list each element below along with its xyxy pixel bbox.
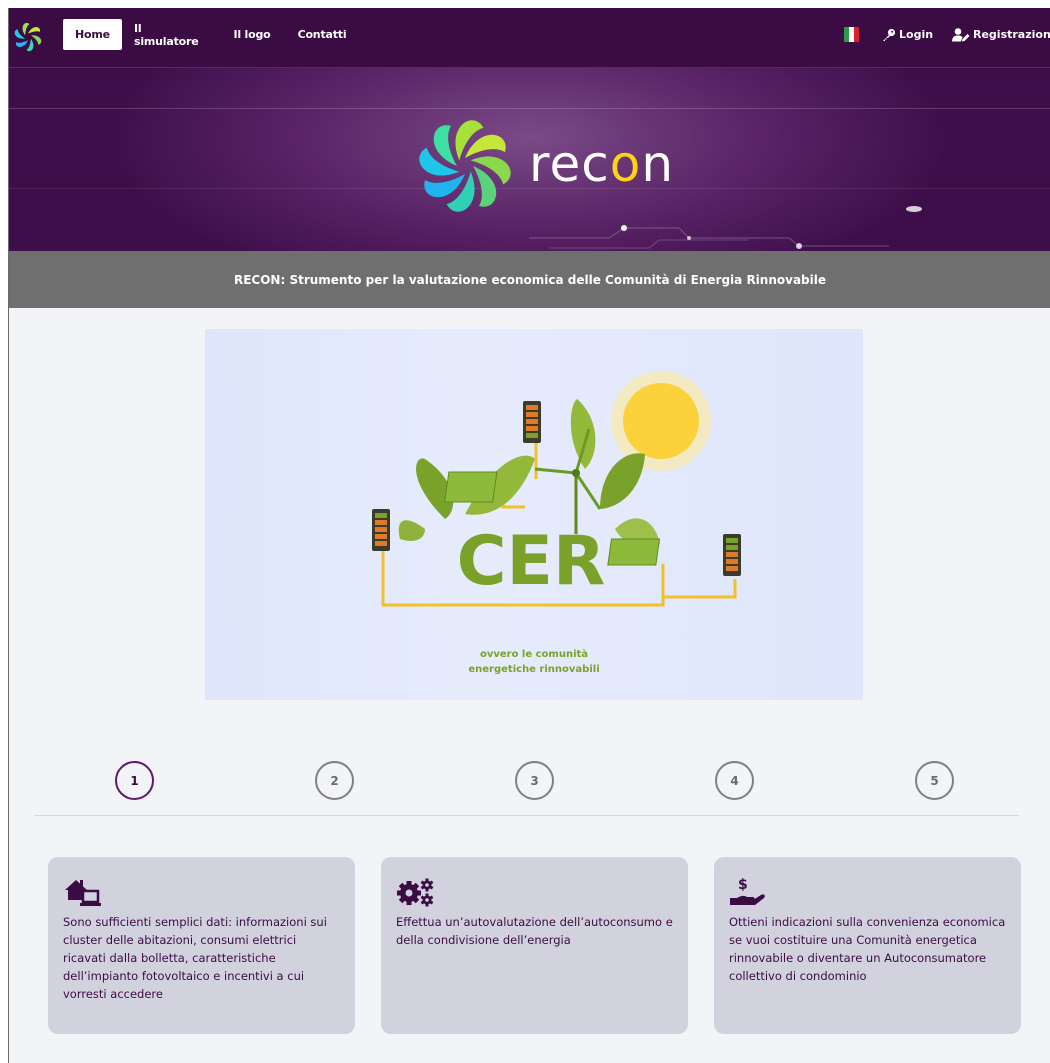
nav-simulatore[interactable]: Il simulatore bbox=[134, 19, 208, 50]
key-icon bbox=[883, 28, 896, 41]
nav-logo[interactable]: Il logo bbox=[232, 19, 272, 50]
recon-hero-logo-icon bbox=[419, 120, 511, 212]
feature-card-data: Sono sufficienti semplici dati: informaz… bbox=[48, 857, 355, 1034]
illustration-caption-line2: energetiche rinnovabili bbox=[468, 664, 600, 675]
step-1[interactable]: 1 bbox=[115, 761, 154, 800]
top-navbar: Home Il simulatore Il logo Contatti Logi… bbox=[9, 8, 1050, 67]
recon-logo-icon[interactable] bbox=[11, 20, 45, 54]
home-laptop-icon bbox=[65, 880, 101, 906]
step-4[interactable]: 4 bbox=[715, 761, 754, 800]
login-label: Login bbox=[899, 28, 934, 41]
step-2[interactable]: 2 bbox=[315, 761, 354, 800]
register-label: Registrazione bbox=[973, 28, 1050, 41]
hero-brand-text: recon bbox=[529, 135, 675, 193]
step-3[interactable]: 3 bbox=[515, 761, 554, 800]
nav-contatti[interactable]: Contatti bbox=[297, 19, 347, 50]
feature-card-text: Effettua un’autovalutazione dell’autocon… bbox=[396, 915, 673, 947]
feature-card-selfassessment: Effettua un’autovalutazione dell’autocon… bbox=[381, 857, 688, 1034]
hand-dollar-icon: $ bbox=[730, 877, 765, 905]
circuit-decoration bbox=[529, 225, 889, 249]
nav-home[interactable]: Home bbox=[63, 19, 122, 50]
feature-card-text: Ottieni indicazioni sulla convenienza ec… bbox=[729, 915, 1006, 983]
subtitle-bar: RECON: Strumento per la valutazione econ… bbox=[9, 251, 1050, 308]
hero-brand-title: recon bbox=[529, 134, 674, 194]
hero-banner: recon bbox=[9, 67, 1050, 251]
register-link[interactable]: Registrazione bbox=[952, 19, 1050, 50]
feature-card-text: Sono sufficienti semplici dati: informaz… bbox=[63, 915, 327, 1001]
subtitle-text: RECON: Strumento per la valutazione econ… bbox=[233, 272, 826, 287]
step-5[interactable]: 5 bbox=[915, 761, 954, 800]
italian-flag-icon[interactable] bbox=[844, 27, 859, 42]
cer-illustration-graphic: CER bbox=[372, 371, 741, 607]
login-link[interactable]: Login bbox=[882, 19, 933, 50]
user-edit-icon bbox=[952, 27, 970, 41]
feature-card-convenience: $ Ottieni indicazioni sulla convenienza … bbox=[714, 857, 1021, 1034]
cer-illustration: CER ovvero le comunità energetiche rinno… bbox=[205, 329, 863, 700]
steps-divider bbox=[34, 815, 1019, 816]
page: Home Il simulatore Il logo Contatti Logi… bbox=[8, 8, 1050, 1063]
cogs-icon bbox=[397, 878, 434, 907]
svg-text:$: $ bbox=[738, 877, 748, 893]
illustration-caption-line1: ovvero le comunità bbox=[479, 649, 589, 660]
cer-text: CER bbox=[457, 522, 606, 601]
